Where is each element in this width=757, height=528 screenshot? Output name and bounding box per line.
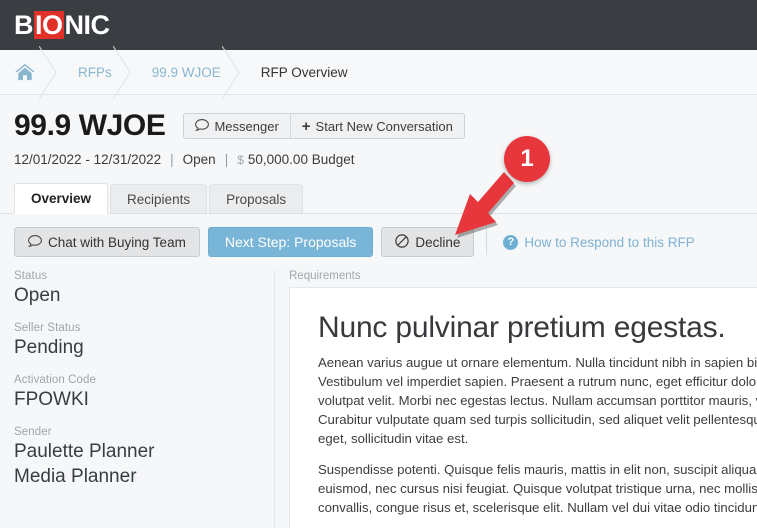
paragraph-line: convallis, congue risus et, scelerisque … bbox=[318, 500, 757, 515]
breadcrumb-item-current: RFP Overview bbox=[237, 50, 364, 94]
tab-proposals[interactable]: Proposals bbox=[209, 184, 304, 213]
top-navigation-bar: B IO NIC bbox=[0, 0, 757, 50]
messenger-button[interactable]: Messenger bbox=[184, 114, 289, 138]
field-label: Status bbox=[14, 270, 48, 282]
tab-bar: Overview Recipients Proposals bbox=[0, 183, 757, 214]
speech-bubble-icon bbox=[27, 234, 42, 250]
requirements-paragraph-2: Suspendisse potenti. Quisque felis mauri… bbox=[318, 460, 757, 517]
field-label: Sender bbox=[14, 426, 52, 438]
tab-label: Proposals bbox=[226, 191, 287, 207]
rfp-details-sidebar: Status Open Seller Status Pending Activa… bbox=[0, 270, 275, 528]
how-to-respond-link[interactable]: ? How to Respond to this RFP bbox=[503, 234, 695, 250]
field-value: Open bbox=[14, 285, 61, 306]
speech-bubble-icon bbox=[195, 118, 210, 134]
plus-icon: + bbox=[301, 117, 311, 135]
field-label: Activation Code bbox=[14, 374, 97, 386]
title-row: 99.9 WJOE Messenger + Start New Conversa… bbox=[14, 109, 757, 143]
field-sender: Sender Paulette Planner Media Planner bbox=[14, 426, 274, 489]
breadcrumb-label: 99.9 WJOE bbox=[151, 64, 221, 80]
start-new-conversation-label: Start New Conversation bbox=[315, 118, 453, 134]
requirements-heading: Nunc pulvinar pretium egestas. bbox=[318, 311, 726, 344]
next-step-proposals-button[interactable]: Next Step: Proposals bbox=[207, 227, 374, 257]
sender-name: Paulette Planner bbox=[14, 441, 155, 462]
paragraph-line: eget, sollicitudin vitae est. bbox=[318, 431, 469, 446]
chat-button-label: Chat with Buying Team bbox=[48, 234, 186, 250]
action-bar: Chat with Buying Team Next Step: Proposa… bbox=[0, 214, 757, 257]
paragraph-line: volutpat velit. Morbi nec egestas lectus… bbox=[318, 393, 757, 408]
no-entry-icon bbox=[395, 233, 410, 251]
breadcrumb-label: RFP Overview bbox=[260, 64, 348, 80]
tab-overview[interactable]: Overview bbox=[14, 183, 109, 213]
budget-text: 50,000.00 Budget bbox=[247, 152, 355, 167]
meta-separator: | bbox=[224, 152, 229, 167]
conversation-button-group: Messenger + Start New Conversation bbox=[183, 113, 465, 139]
breadcrumb-home[interactable] bbox=[0, 50, 54, 94]
paragraph-line: euismod, nec cursus nisi feugiat. Quisqu… bbox=[318, 481, 757, 496]
paragraph-line: Vestibulum vel imperdiet sapien. Praesen… bbox=[318, 374, 757, 389]
field-activation-code: Activation Code FPOWKI bbox=[14, 374, 274, 412]
paragraph-line: Curabitur vulputate quam sed turpis soll… bbox=[318, 412, 757, 427]
field-seller-status: Seller Status Pending bbox=[14, 322, 274, 360]
currency-icon: $ bbox=[237, 152, 244, 167]
chat-with-buying-team-button[interactable]: Chat with Buying Team bbox=[14, 227, 200, 257]
home-icon bbox=[14, 62, 36, 82]
breadcrumb: RFPs 99.9 WJOE RFP Overview bbox=[0, 50, 757, 95]
next-step-label: Next Step: Proposals bbox=[224, 234, 357, 250]
status-text: Open bbox=[182, 152, 216, 167]
app-page: B IO NIC RFPs 99.9 WJOE RFP Overview 99.9 … bbox=[0, 0, 757, 528]
content-columns: Status Open Seller Status Pending Activa… bbox=[0, 270, 757, 528]
decline-label: Decline bbox=[415, 234, 461, 250]
requirements-paragraph-1: Aenean varius augue ut ornare elementum.… bbox=[318, 353, 757, 448]
field-label: Seller Status bbox=[14, 322, 81, 334]
field-status: Status Open bbox=[14, 270, 274, 308]
decline-button[interactable]: Decline bbox=[381, 227, 475, 257]
tab-recipients[interactable]: Recipients bbox=[110, 184, 208, 213]
logo-part-3: NIC bbox=[64, 10, 111, 40]
field-value: FPOWKI bbox=[14, 389, 89, 410]
action-divider bbox=[486, 229, 488, 255]
rfp-meta-line: 12/01/2022 - 12/31/2022 | Open | $ 50,00… bbox=[14, 152, 757, 167]
start-new-conversation-button[interactable]: + Start New Conversation bbox=[289, 114, 464, 138]
page-title: 99.9 WJOE bbox=[14, 109, 166, 142]
breadcrumb-item-rfps[interactable]: RFPs bbox=[54, 50, 128, 94]
paragraph-line: Suspendisse potenti. Quisque felis mauri… bbox=[318, 462, 757, 477]
breadcrumb-label: RFPs bbox=[78, 64, 112, 80]
page-header: 99.9 WJOE Messenger + Start New Conversa… bbox=[0, 95, 757, 167]
paragraph-line: Aenean varius augue ut ornare elementum.… bbox=[318, 355, 757, 370]
field-value: Pending bbox=[14, 337, 84, 358]
messenger-label: Messenger bbox=[214, 118, 279, 134]
bionic-logo[interactable]: B IO NIC bbox=[14, 11, 110, 39]
logo-part-1: B bbox=[14, 10, 34, 40]
requirements-panel: Nunc pulvinar pretium egestas. Aenean va… bbox=[289, 287, 757, 528]
how-to-respond-label: How to Respond to this RFP bbox=[524, 234, 695, 250]
tab-label: Recipients bbox=[127, 191, 191, 207]
logo-part-2-highlight: IO bbox=[34, 10, 64, 40]
date-range: 12/01/2022 - 12/31/2022 bbox=[14, 152, 162, 167]
requirements-section: Requirements Nunc pulvinar pretium egest… bbox=[275, 270, 757, 528]
requirements-label: Requirements bbox=[289, 270, 361, 282]
meta-separator: | bbox=[170, 152, 174, 167]
question-mark-icon: ? bbox=[503, 234, 519, 250]
sender-role: Media Planner bbox=[14, 466, 137, 487]
tab-label: Overview bbox=[31, 191, 92, 206]
breadcrumb-item-rfp-name[interactable]: 99.9 WJOE bbox=[128, 50, 237, 94]
